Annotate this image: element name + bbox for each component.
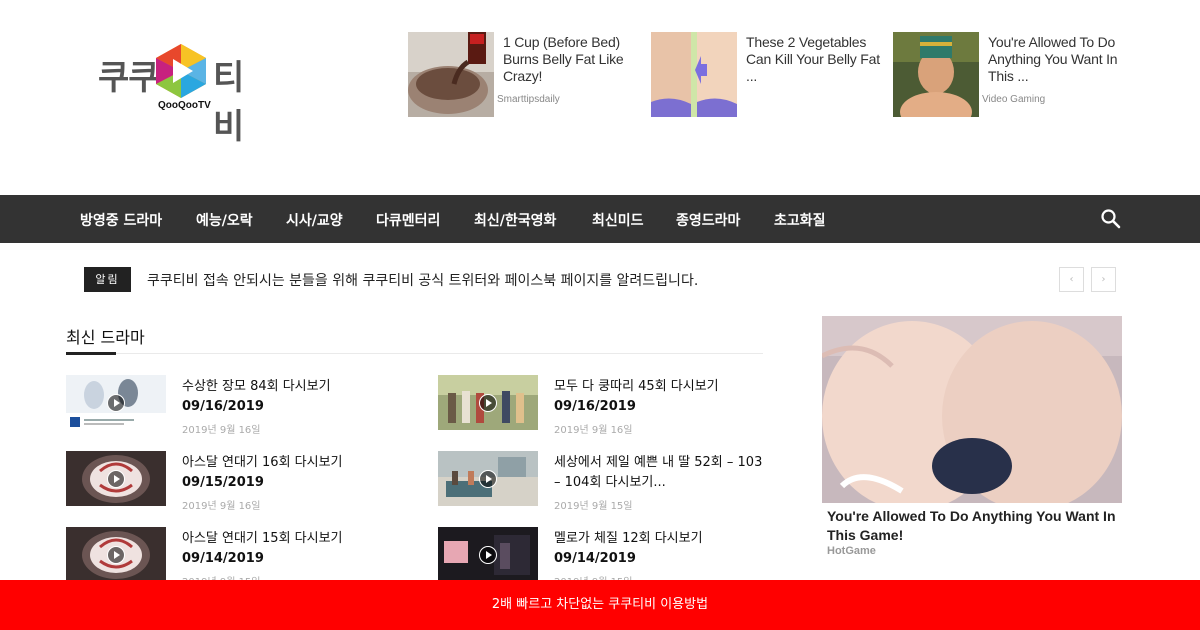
nav-item-documentary[interactable]: 다큐멘터리 xyxy=(376,210,440,230)
post-item[interactable]: 아스달 연대기 15회 다시보기 09/14/2019 2019년 9월 15일 xyxy=(66,527,406,588)
nav-item-airing-drama[interactable]: 방영중 드라마 xyxy=(80,210,162,230)
logo-left-text: 쿠쿠 xyxy=(98,58,160,98)
post-date: 2019년 9월 15일 xyxy=(554,501,633,512)
ad-title[interactable]: These 2 Vegetables Can Kill Your Belly F… xyxy=(746,34,886,85)
sidebar-ad-title[interactable]: You're Allowed To Do Anything You Want I… xyxy=(827,507,1127,545)
post-thumbnail[interactable] xyxy=(438,375,538,430)
search-icon[interactable] xyxy=(1100,208,1122,230)
post-date: 2019년 9월 16일 xyxy=(182,425,261,436)
ad-source: Video Gaming xyxy=(982,94,1046,105)
site-header: 쿠쿠 티비 QooQooTV 1 Cup (Before Bed) Burns … xyxy=(0,0,1200,195)
section-underline xyxy=(66,352,116,355)
nav-item-uhd[interactable]: 초고화질 xyxy=(774,210,826,230)
logo-subtitle: QooQooTV xyxy=(158,100,211,111)
ticker-next-button[interactable]: › xyxy=(1091,267,1116,292)
site-logo[interactable]: 쿠쿠 티비 QooQooTV xyxy=(98,40,273,147)
ad-image[interactable] xyxy=(893,32,979,117)
nav-item-current-affairs[interactable]: 시사/교양 xyxy=(286,210,343,230)
nav-item-korean-movie[interactable]: 최신/한국영화 xyxy=(474,210,556,230)
post-title[interactable]: 수상한 장모 84회 다시보기 09/16/2019 xyxy=(182,377,397,417)
ad-source: Smarttipsdaily xyxy=(497,94,560,105)
header-ad-3[interactable]: You're Allowed To Do Anything You Want I… xyxy=(893,32,1123,122)
header-ad-2[interactable]: These 2 Vegetables Can Kill Your Belly F… xyxy=(651,32,881,122)
ad-image[interactable] xyxy=(651,32,737,117)
play-logo-icon xyxy=(156,44,206,98)
post-item[interactable]: 모두 다 쿵따리 45회 다시보기 09/16/2019 2019년 9월 16… xyxy=(438,375,778,436)
section-title[interactable]: 최신 드라마 xyxy=(66,324,145,348)
post-date: 2019년 9월 16일 xyxy=(182,501,261,512)
play-icon[interactable] xyxy=(479,546,497,564)
ad-title[interactable]: You're Allowed To Do Anything You Want I… xyxy=(988,34,1128,85)
post-item[interactable]: 세상에서 제일 예쁜 내 딸 52회 – 103 – 104회 다시보기... … xyxy=(438,451,778,512)
post-title[interactable]: 멜로가 체질 12회 다시보기 09/14/2019 xyxy=(554,529,769,569)
ad-title[interactable]: 1 Cup (Before Bed) Burns Belly Fat Like … xyxy=(503,34,643,85)
post-thumbnail[interactable] xyxy=(66,527,166,582)
post-title[interactable]: 세상에서 제일 예쁜 내 딸 52회 – 103 – 104회 다시보기... xyxy=(554,453,769,493)
nav-item-us-drama[interactable]: 최신미드 xyxy=(592,210,644,230)
nav-item-entertainment[interactable]: 예능/오락 xyxy=(196,210,253,230)
post-item[interactable]: 수상한 장모 84회 다시보기 09/16/2019 2019년 9월 16일 xyxy=(66,375,406,436)
post-title[interactable]: 모두 다 쿵따리 45회 다시보기 09/16/2019 xyxy=(554,377,769,417)
ticker-badge: 알림 xyxy=(84,267,131,292)
play-icon[interactable] xyxy=(107,470,125,488)
play-icon[interactable] xyxy=(107,546,125,564)
play-icon[interactable] xyxy=(479,394,497,412)
post-title[interactable]: 아스달 연대기 15회 다시보기 09/14/2019 xyxy=(182,529,397,569)
section-divider xyxy=(66,353,763,354)
post-title[interactable]: 아스달 연대기 16회 다시보기 09/15/2019 xyxy=(182,453,397,493)
ticker-prev-button[interactable]: ‹ xyxy=(1059,267,1084,292)
logo-right-text: 티비 xyxy=(213,58,244,147)
post-thumbnail[interactable] xyxy=(66,451,166,506)
post-item[interactable]: 멜로가 체질 12회 다시보기 09/14/2019 2019년 9월 15일 xyxy=(438,527,778,588)
post-thumbnail[interactable] xyxy=(438,527,538,582)
post-item[interactable]: 아스달 연대기 16회 다시보기 09/15/2019 2019년 9월 16일 xyxy=(66,451,406,512)
sidebar-ad-image[interactable] xyxy=(822,316,1122,503)
header-ad-1[interactable]: 1 Cup (Before Bed) Burns Belly Fat Like … xyxy=(408,32,638,122)
ad-image[interactable] xyxy=(408,32,494,117)
nav-item-ended-drama[interactable]: 종영드라마 xyxy=(676,210,740,230)
post-thumbnail[interactable] xyxy=(438,451,538,506)
main-nav: 방영중 드라마 예능/오락 시사/교양 다큐멘터리 최신/한국영화 최신미드 종… xyxy=(0,195,1200,243)
post-date: 2019년 9월 16일 xyxy=(554,425,633,436)
post-thumbnail[interactable] xyxy=(66,375,166,430)
bottom-banner[interactable]: 2배 빠르고 차단없는 쿠쿠티비 이용방법 xyxy=(0,580,1200,630)
play-icon[interactable] xyxy=(479,470,497,488)
play-icon[interactable] xyxy=(107,394,125,412)
sidebar-ad-source: HotGame xyxy=(827,545,876,557)
ticker-text[interactable]: 쿠쿠티비 접속 안되시는 분들을 위해 쿠쿠티비 공식 트위터와 페이스북 페이… xyxy=(147,270,698,290)
